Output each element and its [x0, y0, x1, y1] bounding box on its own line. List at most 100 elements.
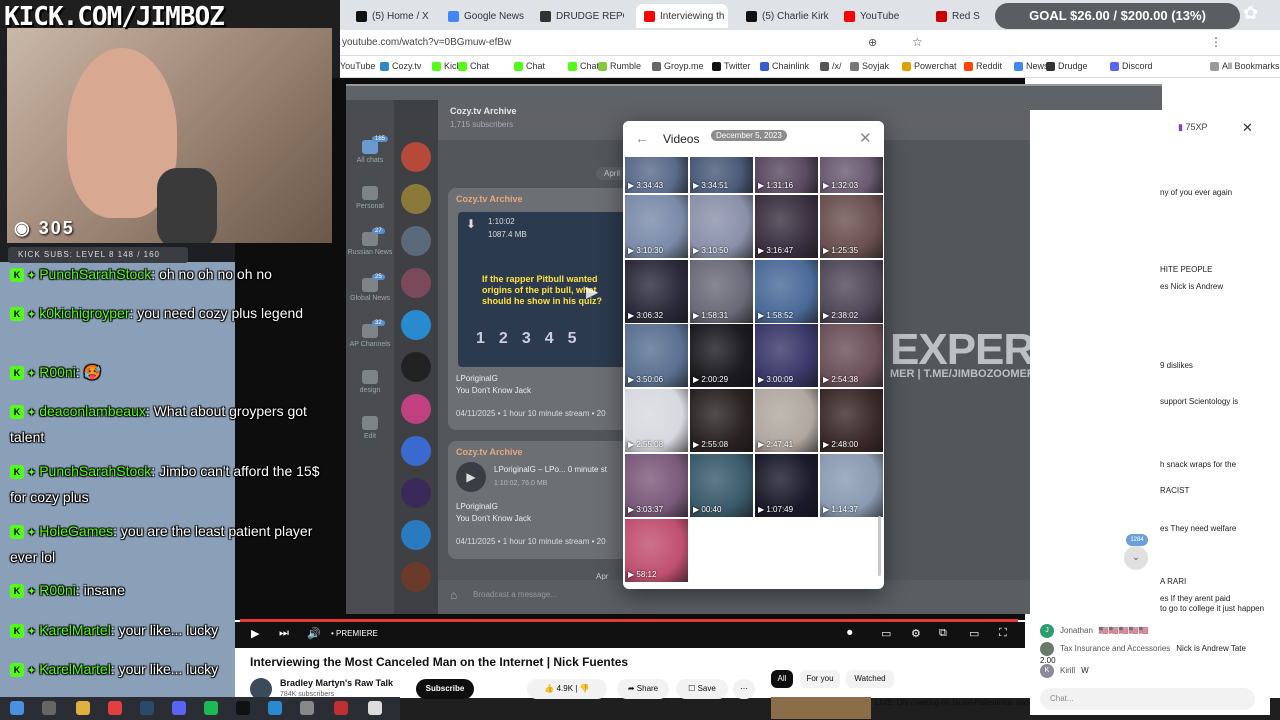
- chat-author[interactable]: Tax Insurance and Accessories: [1060, 644, 1170, 653]
- bookmark-item[interactable]: News: [1014, 61, 1049, 71]
- autoplay-toggle-icon[interactable]: ⏺: [847, 627, 853, 640]
- bookmark-star-icon[interactable]: ☆: [912, 35, 923, 49]
- bookmark-item[interactable]: Chat: [514, 61, 545, 71]
- bookmark-item[interactable]: Chat: [458, 61, 489, 71]
- menu-icon[interactable]: ⋮: [1210, 35, 1222, 49]
- chip-all[interactable]: All: [771, 670, 793, 688]
- video-tile[interactable]: ▶ 2:48:00: [820, 389, 883, 452]
- share-button[interactable]: ➦ Share: [617, 679, 669, 699]
- video-tile[interactable]: ▶ 1:14:37: [820, 454, 883, 517]
- chat-username[interactable]: R00ni: [39, 582, 76, 598]
- chat-avatar[interactable]: [401, 268, 431, 298]
- folder-item[interactable]: 25 Global News: [346, 274, 394, 302]
- chat-avatar[interactable]: [401, 520, 431, 550]
- chat-avatar[interactable]: [401, 562, 431, 592]
- chat-username[interactable]: HoleGames: [39, 523, 113, 539]
- video-tile[interactable]: ▶ 1:25:35: [820, 195, 883, 258]
- chat-avatar[interactable]: [401, 436, 431, 466]
- spotify-icon[interactable]: [204, 701, 218, 715]
- taskview-icon[interactable]: [42, 701, 56, 715]
- folder-item[interactable]: 185 All chats: [346, 136, 394, 164]
- chat-avatar[interactable]: [401, 394, 431, 424]
- browser-tab[interactable]: Interviewing th: [636, 4, 728, 28]
- video-tile[interactable]: ▶ 1:58:31: [690, 260, 753, 323]
- broadcast-input[interactable]: Broadcast a message...: [473, 590, 557, 599]
- chip-watched[interactable]: Watched: [846, 670, 894, 688]
- folder-item[interactable]: Personal: [346, 186, 394, 210]
- modal-scrollbar[interactable]: [878, 516, 881, 576]
- video-tile[interactable]: ▶ 3:06:32: [625, 260, 688, 323]
- more-icon[interactable]: ⋯: [733, 679, 755, 699]
- browser-tab[interactable]: YouTube: [836, 4, 928, 28]
- steam-icon[interactable]: [140, 701, 154, 715]
- video-tile[interactable]: ▶ 3:10:30: [625, 195, 688, 258]
- chat-avatar[interactable]: [1040, 642, 1054, 656]
- chat-input[interactable]: Chat...: [1040, 688, 1255, 710]
- chip-for-you[interactable]: For you: [800, 670, 840, 688]
- folder-item[interactable]: 27 Russian News: [346, 228, 394, 256]
- bookmark-item[interactable]: Chat: [568, 61, 599, 71]
- bookmark-item[interactable]: Cozy.tv: [380, 61, 421, 71]
- obs-icon[interactable]: [236, 701, 250, 715]
- settings-gear-icon[interactable]: ⚙: [911, 627, 921, 640]
- bookmark-item[interactable]: YouTube: [340, 61, 375, 71]
- video-tile[interactable]: ▶ 2:47:41: [755, 389, 818, 452]
- save-button[interactable]: ☐ Save: [676, 679, 728, 699]
- chat-author[interactable]: Jonathan: [1060, 626, 1093, 635]
- download-icon[interactable]: ⬇: [466, 217, 476, 231]
- video-tile[interactable]: ▶ 2:54:38: [820, 324, 883, 387]
- chat-avatar[interactable]: [401, 478, 431, 508]
- chat-avatar[interactable]: [401, 226, 431, 256]
- theater-icon[interactable]: ▭: [969, 627, 979, 640]
- discord-icon[interactable]: [172, 701, 186, 715]
- bookmark-item[interactable]: Soyjak: [850, 61, 889, 71]
- bookmark-item[interactable]: Discord: [1110, 61, 1153, 71]
- video-tile[interactable]: ▶ 1:31:16: [755, 157, 818, 193]
- chat-username[interactable]: KarelMartel: [39, 661, 111, 677]
- video-tile[interactable]: ▶ 1:07:49: [755, 454, 818, 517]
- bookmark-item[interactable]: Chainlink: [760, 61, 809, 71]
- channel-name[interactable]: Cozy.tv Archive: [450, 106, 517, 116]
- video-tile[interactable]: ▶ 2:55:08: [690, 389, 753, 452]
- browser-tab[interactable]: Google News: [440, 4, 532, 28]
- chat-username[interactable]: KarelMartel: [39, 622, 111, 638]
- browser-tab[interactable]: (5) Charlie Kirk: [738, 4, 830, 28]
- subscribe-button[interactable]: Subscribe: [416, 679, 474, 699]
- close-icon[interactable]: ✕: [1242, 120, 1253, 136]
- telegram-icon[interactable]: [268, 701, 282, 715]
- browser-tab[interactable]: (5) Home / X: [348, 4, 440, 28]
- chat-avatar[interactable]: J: [1040, 624, 1054, 638]
- chat-avatar[interactable]: [401, 352, 431, 382]
- video-tile[interactable]: ▶ 2:55:08: [625, 389, 688, 452]
- video-tile[interactable]: ▶ 58:12: [625, 519, 688, 582]
- chat-avatar[interactable]: [401, 310, 431, 340]
- video-tile[interactable]: ▶ 3:03:37: [625, 454, 688, 517]
- chat-username[interactable]: deaconlambeaux: [39, 403, 146, 419]
- bookmark-item[interactable]: Groyp.me: [652, 61, 704, 71]
- video-tile[interactable]: ▶ 3:34:51: [690, 157, 753, 193]
- play-icon[interactable]: ▶: [586, 282, 598, 302]
- chat-username[interactable]: PunchSarahStock: [39, 463, 151, 479]
- next-video-thumbnail[interactable]: [771, 697, 871, 719]
- address-bar[interactable]: youtube.com/watch?v=0BGmuw-efBw ⊕ ☆ ⋮: [340, 30, 1280, 56]
- new-messages-badge[interactable]: 1284: [1126, 534, 1148, 546]
- attach-icon[interactable]: ⌂: [450, 588, 457, 602]
- scroll-down-icon[interactable]: ⌄: [1124, 546, 1148, 570]
- captions-icon[interactable]: ▭: [881, 627, 891, 640]
- app-icon[interactable]: [300, 701, 314, 715]
- folder-item[interactable]: 32 AP Channels: [346, 320, 394, 348]
- video-tile[interactable]: ▶ 3:16:47: [755, 195, 818, 258]
- app-icon[interactable]: [334, 701, 348, 715]
- chrome-icon[interactable]: [108, 701, 122, 715]
- play-icon[interactable]: ▶: [456, 462, 486, 492]
- bookmark-item[interactable]: All Bookmarks: [1210, 61, 1280, 71]
- video-tile[interactable]: ▶ 3:00:09: [755, 324, 818, 387]
- folder-item[interactable]: Edit: [346, 416, 394, 440]
- chat-username[interactable]: k0kichigroyper: [39, 305, 129, 321]
- chat-avatar[interactable]: [401, 184, 431, 214]
- chat-username[interactable]: R00ni: [39, 364, 76, 380]
- folder-item[interactable]: design: [346, 370, 394, 394]
- chat-username[interactable]: PunchSarahStock: [39, 266, 151, 282]
- video-tile[interactable]: ▶ 1:58:52: [755, 260, 818, 323]
- bookmark-item[interactable]: Twitter: [712, 61, 751, 71]
